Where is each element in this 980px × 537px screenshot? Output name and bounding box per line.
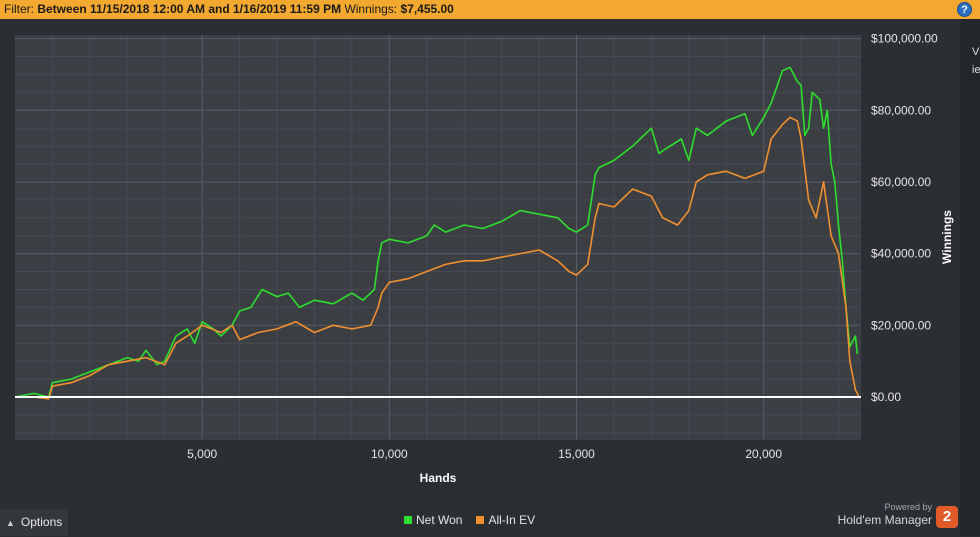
x-axis-label: Hands xyxy=(420,471,457,485)
x-tick-labels: 5,000 10,000 15,000 20,000 xyxy=(187,447,782,461)
y-tick-label: $20,000.00 xyxy=(871,318,931,332)
y-tick-label: $40,000.00 xyxy=(871,247,931,261)
branding: Powered by Hold'em Manager 2 xyxy=(828,502,958,534)
product-name: Hold'em Manager xyxy=(837,513,932,527)
x-tick-label: 15,000 xyxy=(558,447,595,461)
x-tick-label: 10,000 xyxy=(371,447,408,461)
filter-label: Filter: xyxy=(4,2,34,16)
options-button[interactable]: ▲ Options xyxy=(0,509,68,536)
legend-label-all-in-ev: All-In EV xyxy=(488,513,536,527)
winnings-value: $7,455.00 xyxy=(400,2,454,16)
y-tick-label: $0.00 xyxy=(871,390,901,404)
y-axis-label: Winnings xyxy=(940,210,954,264)
winnings-label: Winnings: xyxy=(344,2,398,16)
y-tick-labels: $0.00 $20,000.00 $40,000.00 $60,000.00 $80,0… xyxy=(871,32,938,404)
caret-up-icon: ▲ xyxy=(6,518,15,528)
legend-swatch-all-in-ev xyxy=(476,516,485,524)
x-tick-label: 5,000 xyxy=(187,447,217,461)
winnings-chart: 5,000 10,000 15,000 20,000 $0.00$20,000.00$… xyxy=(14,32,954,485)
y-tick-label: $80,000.00 xyxy=(871,103,931,117)
filter-range: Between 11/15/2018 12:00 AM and 1/16/201… xyxy=(37,2,342,16)
question-circle-icon[interactable]: ? xyxy=(957,2,972,17)
legend-label-net-won: Net Won xyxy=(416,513,463,527)
options-label: Options xyxy=(20,515,63,529)
legend-item-all-in-ev[interactable]: All-In EV xyxy=(476,512,535,528)
x-tick-label: 20,000 xyxy=(745,447,782,461)
y-tick-label: $100,000.00 xyxy=(871,32,938,46)
filter-bar: Filter: Between 11/15/2018 12:00 AM and … xyxy=(0,0,980,19)
legend-swatch-net-won xyxy=(404,516,412,524)
legend-item-net-won[interactable]: Net Won xyxy=(404,512,462,528)
y-tick-label: $60,000.00 xyxy=(871,175,931,189)
powered-by-text: Powered by xyxy=(884,502,932,512)
legend: Net Won All-In EV xyxy=(404,512,535,528)
hm2-logo-icon: 2 xyxy=(936,506,958,528)
